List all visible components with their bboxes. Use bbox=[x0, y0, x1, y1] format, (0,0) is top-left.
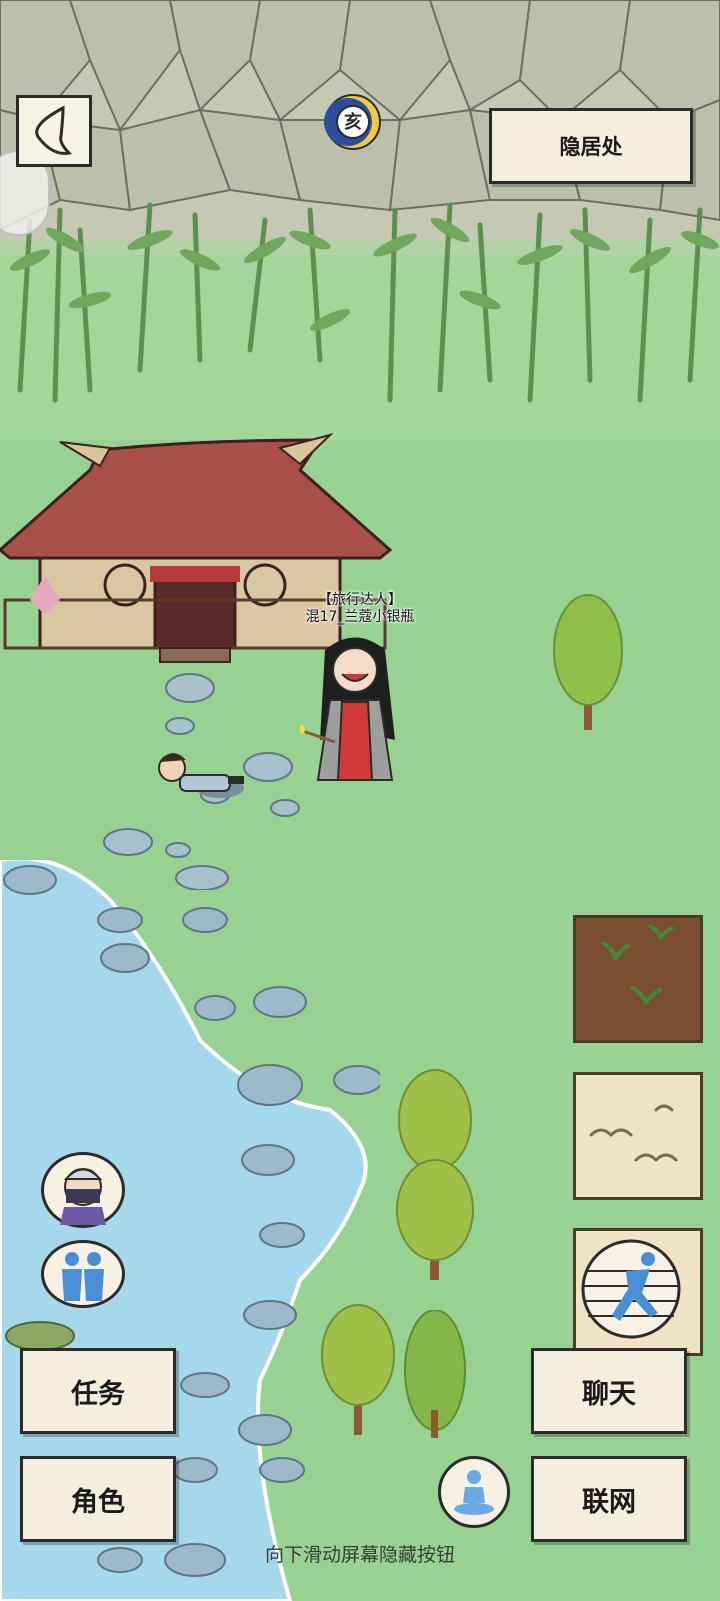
two-people-icon bbox=[62, 1252, 104, 1301]
cypress-tree bbox=[404, 1310, 466, 1438]
quest-button[interactable]: 任务 bbox=[20, 1348, 176, 1434]
network-button[interactable]: 联网 bbox=[531, 1456, 687, 1542]
back-button[interactable] bbox=[16, 95, 92, 167]
quest-label: 任务 bbox=[71, 1378, 125, 1410]
ninja-avatar-icon bbox=[60, 1168, 106, 1225]
chat-label: 聊天 bbox=[582, 1378, 636, 1410]
back-arrow-icon bbox=[35, 105, 73, 155]
location-text: 隐居处 bbox=[559, 135, 623, 159]
tree bbox=[553, 594, 623, 730]
running-man-icon bbox=[581, 1239, 681, 1339]
chat-button[interactable]: 聊天 bbox=[531, 1348, 687, 1434]
run-action-tile[interactable] bbox=[573, 1228, 703, 1356]
location-label: 隐居处 bbox=[489, 108, 693, 184]
time-badge[interactable]: 亥 bbox=[324, 93, 382, 151]
cloud-icon bbox=[589, 1104, 678, 1163]
player-name-tag: 【旅行达人】 混17_兰蔻小银瓶 bbox=[280, 592, 440, 626]
meditate-button[interactable] bbox=[438, 1456, 510, 1528]
network-label: 联网 bbox=[582, 1486, 636, 1518]
farm-plot-tile[interactable] bbox=[573, 915, 703, 1043]
tree bbox=[396, 1069, 474, 1280]
sprout-icon bbox=[602, 924, 674, 1005]
meditate-icon bbox=[454, 1470, 494, 1515]
cloud-travel-tile[interactable] bbox=[573, 1072, 703, 1200]
character-label: 角色 bbox=[71, 1486, 125, 1518]
player-name: 混17_兰蔻小银瓶 bbox=[305, 609, 415, 625]
fallen-npc[interactable] bbox=[150, 740, 245, 810]
time-glyph: 亥 bbox=[344, 112, 362, 133]
swipe-hint: 向下滑动屏幕隐藏按钮 bbox=[264, 1544, 455, 1566]
character-button[interactable]: 角色 bbox=[20, 1456, 176, 1542]
player-title: 【旅行达人】 bbox=[318, 592, 402, 608]
social-button[interactable] bbox=[41, 1240, 125, 1308]
bamboo-grove bbox=[0, 202, 720, 440]
game-scene[interactable]: 【旅行达人】 混17_兰蔻小银瓶 亥 隐居处 任务 角色 聊天 联网 向下滑动屏… bbox=[0, 0, 720, 1601]
companion-avatar-button[interactable] bbox=[41, 1152, 125, 1228]
player-character[interactable] bbox=[300, 630, 410, 790]
